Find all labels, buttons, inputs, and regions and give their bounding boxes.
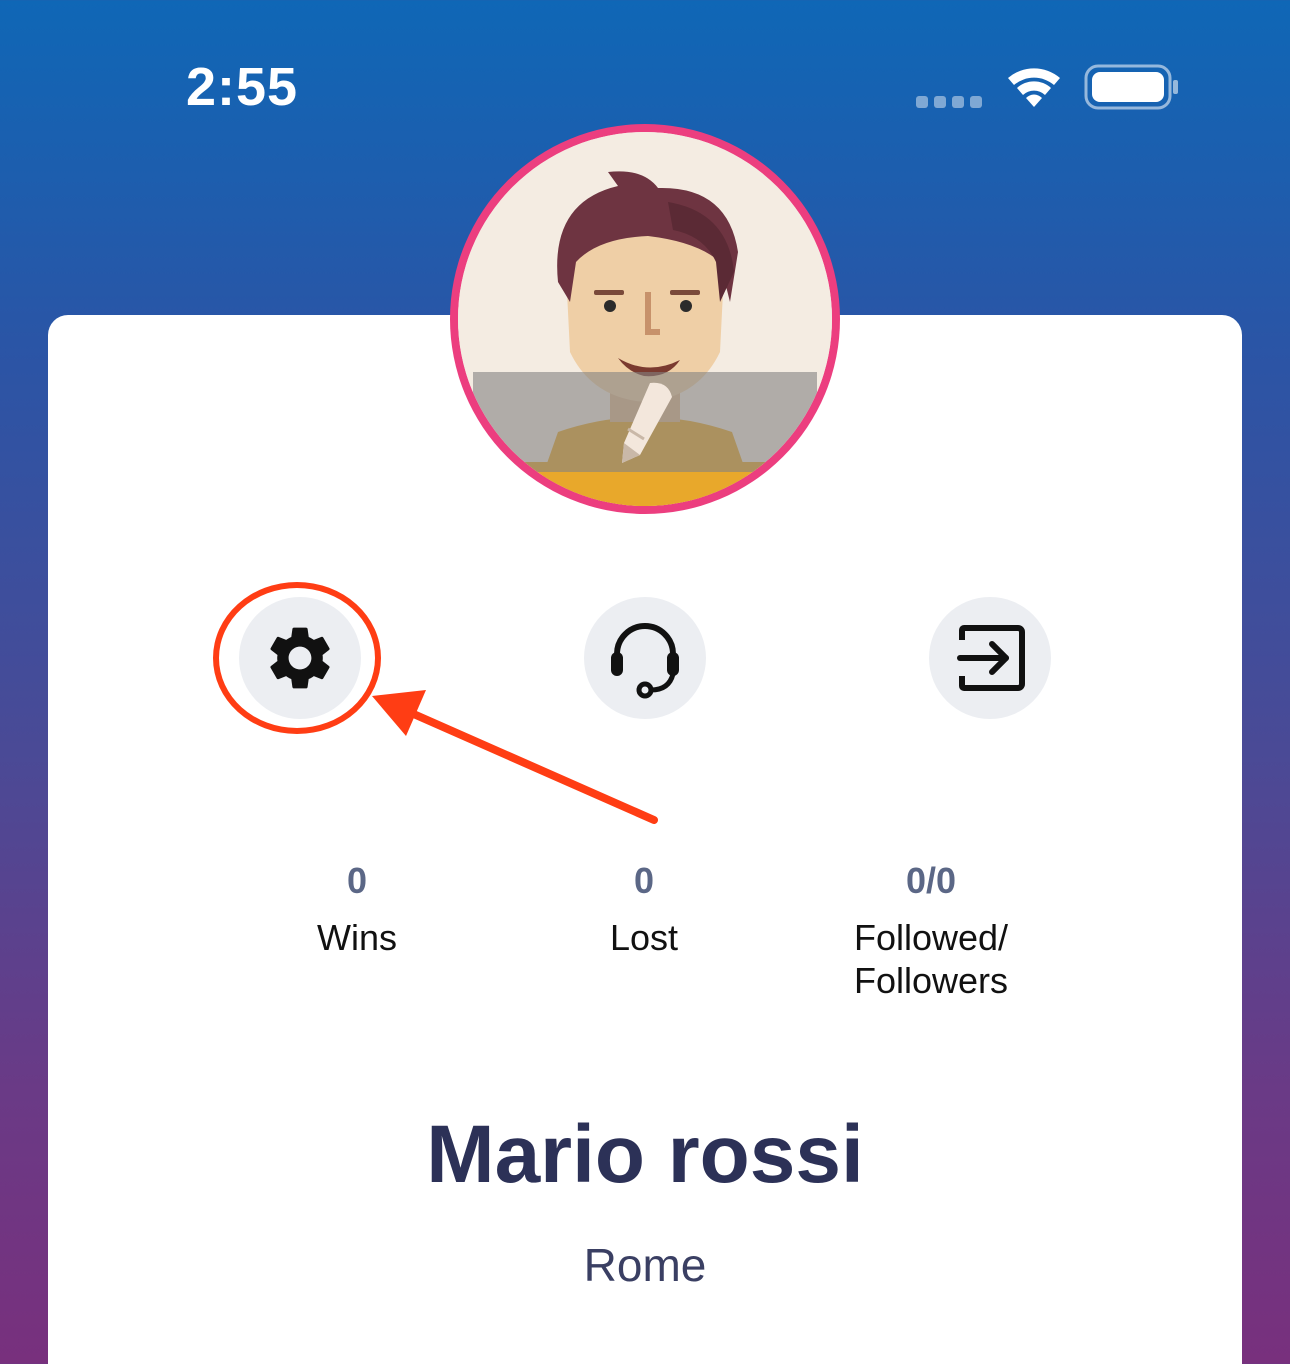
profile-city: Rome xyxy=(583,1239,707,1291)
followed-followers-count: 0/0 xyxy=(905,860,957,901)
followers-label: Followers xyxy=(853,960,1009,1001)
battery-icon xyxy=(1084,64,1178,110)
followed-followers-label: Followed/ Followers xyxy=(831,916,1031,1002)
lost-count: 0 xyxy=(633,860,655,901)
wifi-icon xyxy=(1008,68,1060,107)
stat-followed-followers[interactable]: 0/0 Followed/ Followers xyxy=(801,860,1061,1002)
status-bar: 2:55 xyxy=(0,0,1290,130)
annotation-arrow-icon xyxy=(372,690,658,824)
edit-avatar-overlay[interactable] xyxy=(473,372,817,472)
wins-label: Wins xyxy=(317,917,397,958)
avatar[interactable] xyxy=(450,124,840,514)
highlight-annotation-ring xyxy=(213,582,381,734)
stat-wins: 0 Wins xyxy=(227,860,487,959)
profile-name: Mario rossi xyxy=(426,1109,864,1200)
stat-lost: 0 Lost xyxy=(514,860,774,959)
exit-icon xyxy=(957,625,1025,691)
status-time: 2:55 xyxy=(186,57,299,117)
avatar-image xyxy=(458,132,832,506)
wins-count: 0 xyxy=(346,860,368,901)
logout-button[interactable] xyxy=(929,597,1051,719)
followed-label: Followed/ xyxy=(853,917,1009,958)
cellular-signal-icon xyxy=(916,96,982,108)
lost-label: Lost xyxy=(609,917,679,958)
pencil-icon xyxy=(622,382,672,463)
